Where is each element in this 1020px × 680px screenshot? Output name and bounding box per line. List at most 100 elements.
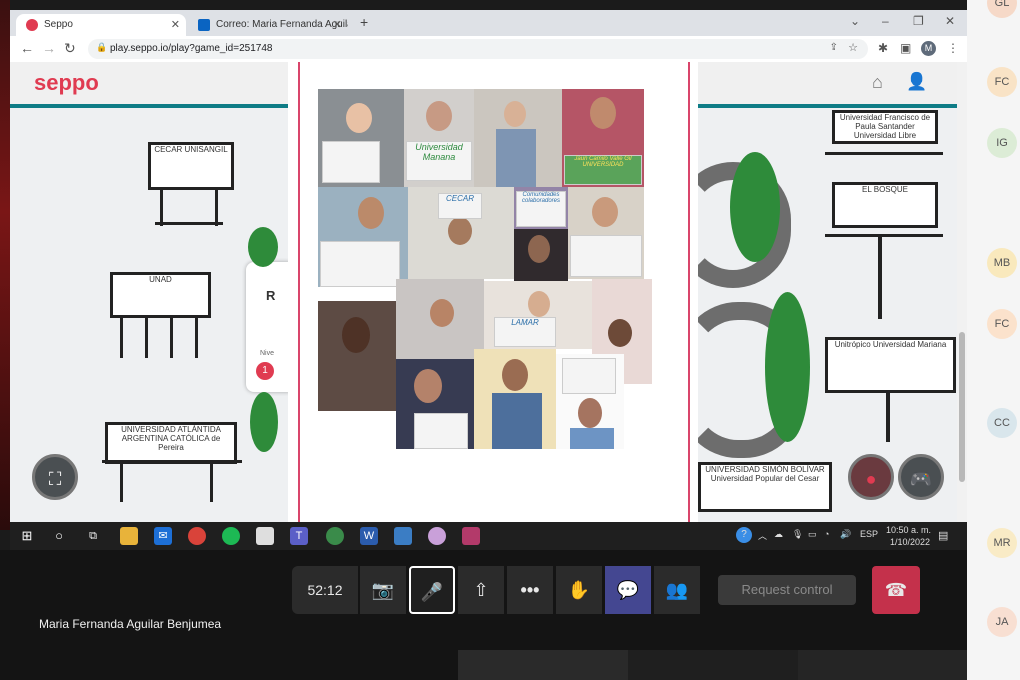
search-icon[interactable]: ○ <box>50 527 68 545</box>
clock-time[interactable]: 10:50 a. m. <box>886 525 931 535</box>
billboard-post <box>195 316 198 358</box>
request-control-button[interactable]: Request control <box>718 575 856 605</box>
billboard-label: UNIVERSIDAD ATLÁNTIDA ARGENTINA CATÓLICA… <box>121 425 221 452</box>
billboard-label: EL BOSQUE <box>862 185 908 194</box>
clock-date[interactable]: 1/10/2022 <box>890 537 930 547</box>
lock-icon: 🔒 <box>96 42 108 52</box>
extensions-icon[interactable]: ✱ <box>878 41 888 55</box>
share-screen-button[interactable]: ⇧ <box>458 566 504 614</box>
more-options-button[interactable]: ••• <box>507 566 553 614</box>
billboard: Universidad Francisco de Paula Santander… <box>832 110 938 144</box>
page-scrollbar[interactable] <box>957 62 967 522</box>
url-text: play.seppo.io/play?game_id=251748 <box>110 43 273 54</box>
scrollbar-thumb[interactable] <box>959 332 965 482</box>
billboard-label: Universidad Francisco de Paula Santander… <box>839 113 931 140</box>
participant-avatar[interactable]: FC <box>987 67 1017 97</box>
participant-avatar[interactable]: FC <box>987 309 1017 339</box>
close-icon[interactable]: ✕ <box>171 14 180 36</box>
store-icon[interactable] <box>256 527 274 545</box>
notifications-icon[interactable]: ▤ <box>938 529 948 542</box>
teams-icon[interactable]: T <box>290 527 308 545</box>
hang-up-button[interactable]: ☎ <box>872 566 920 614</box>
participant-avatar[interactable]: CC <box>987 408 1017 438</box>
chat-button[interactable]: 💬 <box>605 566 651 614</box>
share-icon[interactable]: ⇪ <box>830 42 838 53</box>
back-arrow-icon[interactable]: ← <box>20 40 34 56</box>
forward-arrow-icon[interactable]: → <box>42 40 56 56</box>
raise-hand-button[interactable]: ✋ <box>556 566 602 614</box>
chrome-icon[interactable] <box>188 527 206 545</box>
participant-avatar[interactable]: IG <box>987 128 1017 158</box>
camera-off-button[interactable]: 📷 <box>360 566 406 614</box>
face <box>430 299 454 327</box>
participants-button[interactable]: 👥 <box>654 566 700 614</box>
record-button[interactable]: ● <box>848 454 894 500</box>
menu-dots-icon[interactable]: ⋮ <box>947 41 959 55</box>
close-icon[interactable]: ✕ <box>333 14 342 36</box>
face <box>414 369 442 403</box>
billboard: CECAR UNISANGIL <box>148 142 234 190</box>
collage-photo: LAMAR <box>484 281 592 349</box>
language-indicator[interactable]: ESP <box>860 529 878 539</box>
collage-photo: CECAR <box>408 187 514 279</box>
user-icon[interactable]: 👤 <box>906 72 927 92</box>
sign: LAMAR <box>494 317 556 347</box>
help-icon[interactable]: ? <box>736 527 752 543</box>
app-icon[interactable] <box>462 527 480 545</box>
face <box>528 291 550 317</box>
billboard-post <box>215 188 218 226</box>
photos-icon[interactable] <box>394 527 412 545</box>
mic-muted-button[interactable]: 🎤 <box>409 566 455 614</box>
windows-start-icon[interactable]: ⊞ <box>18 527 36 545</box>
cloud-icon: ☁ <box>774 529 783 539</box>
photo-collage: Universidad Manana Jaun Camilo Valle Gil… <box>318 89 654 449</box>
face <box>578 398 602 428</box>
shirt <box>496 129 536 187</box>
tray-chevron-icon[interactable]: ︿ <box>758 529 767 542</box>
shirt <box>570 428 614 449</box>
tab-seppo[interactable]: Seppo ✕ <box>16 14 186 36</box>
home-icon[interactable]: ⌂ <box>872 72 883 93</box>
sign <box>570 235 642 277</box>
paint-icon[interactable] <box>428 527 446 545</box>
face <box>448 217 472 245</box>
billboard-post <box>155 222 223 225</box>
face <box>592 197 618 227</box>
minimize-icon[interactable]: – <box>882 14 889 28</box>
sidepanel-icon[interactable]: ▣ <box>900 41 911 55</box>
task-view-icon[interactable]: ⧉ <box>84 527 102 545</box>
spotify-icon[interactable] <box>222 527 240 545</box>
chevron-down-icon[interactable]: ⌄ <box>850 14 860 28</box>
mail-icon[interactable]: ✉ <box>154 527 172 545</box>
word-icon[interactable]: W <box>360 527 378 545</box>
restore-icon[interactable]: ❐ <box>913 14 924 28</box>
chrome-icon[interactable] <box>326 527 344 545</box>
star-icon[interactable]: ☆ <box>848 41 858 54</box>
tab-title: Seppo <box>44 19 73 30</box>
close-window-icon[interactable]: ✕ <box>945 14 955 28</box>
collage-photo <box>556 354 624 449</box>
new-tab-button[interactable]: + <box>360 14 368 30</box>
participant-avatar[interactable]: MR <box>987 528 1017 558</box>
tab-correo[interactable]: Correo: Maria Fernanda Aguilar B ✕ <box>188 14 348 36</box>
participant-avatar[interactable]: MB <box>987 248 1017 278</box>
billboard-label: UNIVERSIDAD SIMÓN BOLÍVAR Universidad Po… <box>705 465 825 483</box>
seppo-logo: seppo <box>34 70 99 95</box>
outlook-favicon-icon <box>198 19 210 31</box>
gamepad-button[interactable]: 🎮 <box>898 454 944 500</box>
file-explorer-icon[interactable] <box>120 527 138 545</box>
desktop-edge <box>0 0 10 530</box>
bush <box>765 292 810 442</box>
participant-avatar[interactable]: GL <box>987 0 1017 18</box>
level-badge: 1 <box>256 362 274 380</box>
level-card-letter: R <box>266 288 276 303</box>
billboard-post <box>170 316 173 358</box>
profile-avatar[interactable]: M <box>921 41 936 56</box>
participant-avatar[interactable]: JA <box>987 607 1017 637</box>
address-bar[interactable]: 🔒 play.seppo.io/play?game_id=251748 ⇪ ☆ <box>88 39 868 59</box>
billboard-post <box>120 462 123 502</box>
collage-photo <box>318 187 408 287</box>
reload-icon[interactable]: ↻ <box>64 40 76 57</box>
billboard-post <box>886 392 890 442</box>
map-button[interactable]: ⛶ <box>32 454 78 500</box>
